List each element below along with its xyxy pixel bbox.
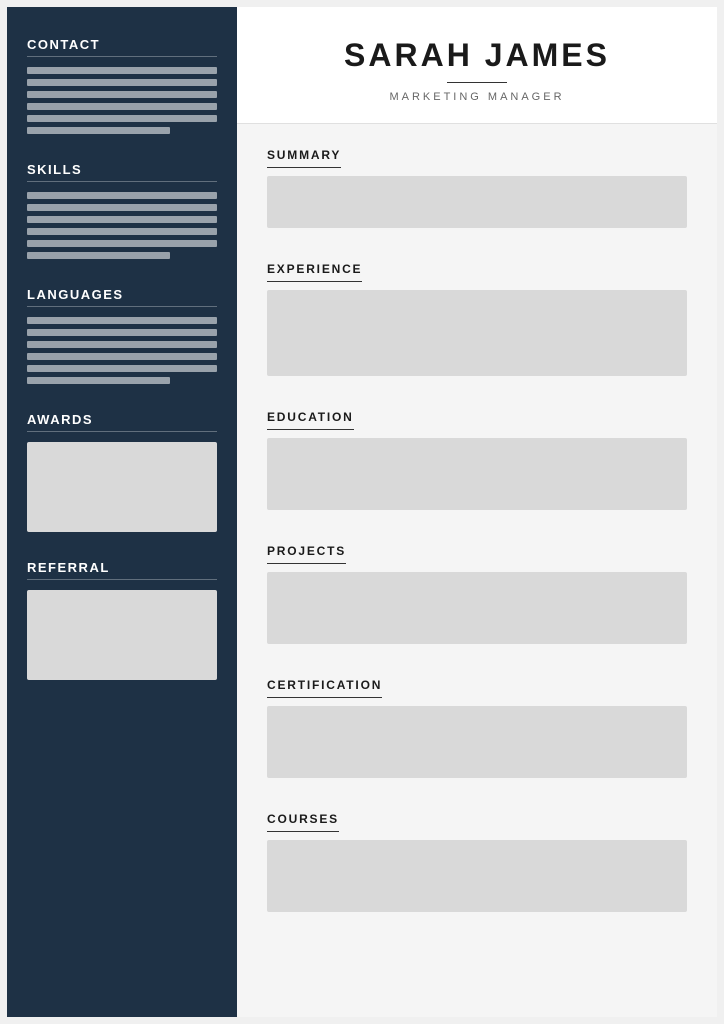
section-summary: SUMMARY xyxy=(237,128,717,242)
languages-line-2 xyxy=(27,329,217,336)
education-heading: EDUCATION xyxy=(267,410,354,430)
skills-line-2 xyxy=(27,204,217,211)
sidebar: CONTACT SKILLS LANGUAGES xyxy=(7,7,237,1017)
languages-title: LANGUAGES xyxy=(27,287,217,307)
summary-heading: SUMMARY xyxy=(267,148,341,168)
contact-line-2 xyxy=(27,79,217,86)
projects-content xyxy=(267,572,687,644)
sidebar-section-referral: REFERRAL xyxy=(27,560,217,680)
sidebar-section-contact: CONTACT xyxy=(27,37,217,134)
main-content: SARAH JAMES MARKETING MANAGER SUMMARY EX… xyxy=(237,7,717,1017)
section-projects: PROJECTS xyxy=(237,524,717,658)
sidebar-section-awards: AWARDS xyxy=(27,412,217,532)
candidate-title: MARKETING MANAGER xyxy=(267,91,687,103)
skills-title: SKILLS xyxy=(27,162,217,182)
languages-line-1 xyxy=(27,317,217,324)
contact-line-5 xyxy=(27,115,217,122)
languages-line-5 xyxy=(27,365,217,372)
languages-line-4 xyxy=(27,353,217,360)
section-courses: COURSES xyxy=(237,792,717,926)
skills-line-6 xyxy=(27,252,170,259)
courses-content xyxy=(267,840,687,912)
section-education: EDUCATION xyxy=(237,390,717,524)
section-experience: EXPERIENCE xyxy=(237,242,717,390)
header-divider xyxy=(447,82,507,83)
skills-line-1 xyxy=(27,192,217,199)
skills-lines xyxy=(27,192,217,259)
contact-title: CONTACT xyxy=(27,37,217,57)
skills-line-5 xyxy=(27,240,217,247)
referral-title: REFERRAL xyxy=(27,560,217,580)
skills-line-3 xyxy=(27,216,217,223)
experience-content xyxy=(267,290,687,376)
education-content xyxy=(267,438,687,510)
resume-header: SARAH JAMES MARKETING MANAGER xyxy=(237,7,717,124)
contact-line-3 xyxy=(27,91,217,98)
sidebar-section-languages: LANGUAGES xyxy=(27,287,217,384)
languages-lines xyxy=(27,317,217,384)
contact-lines xyxy=(27,67,217,134)
sidebar-section-skills: SKILLS xyxy=(27,162,217,259)
projects-heading: PROJECTS xyxy=(267,544,346,564)
summary-content xyxy=(267,176,687,228)
languages-line-6 xyxy=(27,377,170,384)
resume-container: CONTACT SKILLS LANGUAGES xyxy=(7,7,717,1017)
contact-line-4 xyxy=(27,103,217,110)
skills-line-4 xyxy=(27,228,217,235)
certification-heading: CERTIFICATION xyxy=(267,678,382,698)
courses-heading: COURSES xyxy=(267,812,339,832)
awards-box xyxy=(27,442,217,532)
section-certification: CERTIFICATION xyxy=(237,658,717,792)
experience-heading: EXPERIENCE xyxy=(267,262,362,282)
referral-box xyxy=(27,590,217,680)
languages-line-3 xyxy=(27,341,217,348)
certification-content xyxy=(267,706,687,778)
candidate-name: SARAH JAMES xyxy=(267,37,687,74)
awards-title: AWARDS xyxy=(27,412,217,432)
contact-line-1 xyxy=(27,67,217,74)
contact-line-6 xyxy=(27,127,170,134)
